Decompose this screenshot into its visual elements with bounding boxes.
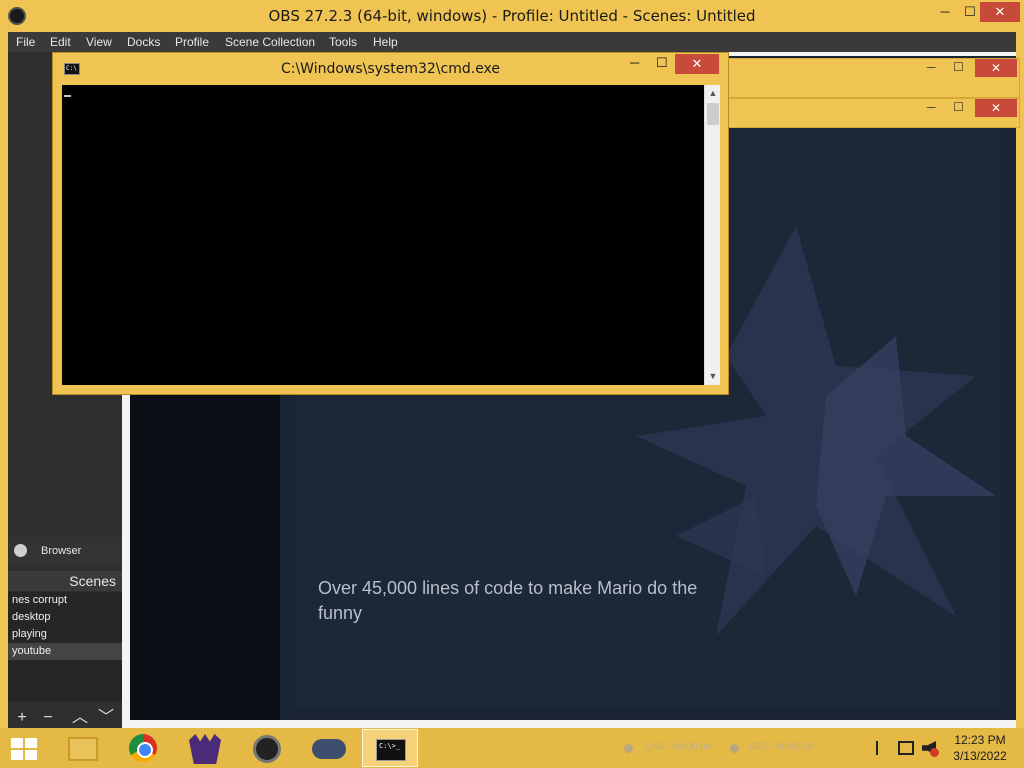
cloud-app-icon — [312, 739, 346, 759]
text-cursor — [64, 95, 71, 97]
cmd-maximize-button[interactable]: ☐ — [656, 55, 668, 71]
background-window-2-minimize-button[interactable]: ─ — [927, 100, 936, 114]
menu-help[interactable]: Help — [373, 35, 398, 49]
source-label: Browser — [41, 545, 82, 557]
scene-item[interactable]: playing — [8, 626, 122, 643]
folder-icon — [68, 737, 98, 761]
background-window-1[interactable]: ─ ☐ ✕ — [720, 58, 1020, 98]
obs-close-button[interactable]: ✕ — [980, 2, 1020, 22]
taskbar-cloud-app[interactable] — [300, 729, 356, 767]
windows-logo-icon — [11, 738, 37, 760]
obs-titlebar[interactable]: OBS 27.2.3 (64-bit, windows) - Profile: … — [0, 0, 1024, 32]
taskbar-obs[interactable] — [239, 729, 295, 767]
cmd-icon: C:\>_ — [376, 739, 406, 761]
obs-icon — [253, 735, 281, 763]
menu-file[interactable]: File — [16, 35, 35, 49]
menu-profile[interactable]: Profile — [175, 35, 209, 49]
scenes-dock-header: Scenes — [8, 571, 122, 591]
scroll-thumb[interactable] — [707, 103, 719, 125]
action-center-flag-icon[interactable] — [876, 741, 888, 755]
taskbar-file-explorer[interactable] — [54, 729, 110, 767]
obs-status-overlay: LIVE: 00:00:00 REC: 00:00:00 — [620, 728, 880, 768]
menu-scene-collection[interactable]: Scene Collection — [225, 35, 315, 49]
menu-view[interactable]: View — [86, 35, 112, 49]
cmd-window[interactable]: C:\ C:\Windows\system32\cmd.exe ─ ☐ ✕ ▲ … — [52, 52, 729, 395]
network-icon[interactable] — [898, 741, 914, 755]
background-window-2-maximize-button[interactable]: ☐ — [953, 100, 964, 114]
background-window-2-close-button[interactable]: ✕ — [975, 99, 1017, 117]
scene-item[interactable]: desktop — [8, 609, 122, 626]
game-app-icon — [189, 734, 221, 764]
background-window-1-maximize-button[interactable]: ☐ — [953, 60, 964, 74]
live-indicator-icon — [624, 744, 633, 753]
clock-time[interactable]: 12:23 PM — [944, 733, 1016, 747]
preview-caption: Over 45,000 lines of code to make Mario … — [318, 578, 698, 623]
globe-icon — [14, 544, 27, 557]
background-window-1-close-button[interactable]: ✕ — [975, 59, 1017, 77]
move-scene-up-button[interactable]: ︿ — [69, 708, 91, 728]
source-item-browser[interactable]: Browser — [8, 537, 122, 565]
scenes-list: nes corrupt desktop playing youtube — [8, 592, 122, 702]
taskbar: C:\>_ LIVE: 00:00:00 REC: 00:00:00 12:23… — [0, 728, 1024, 768]
remove-scene-button[interactable]: − — [37, 708, 59, 728]
add-scene-button[interactable]: + — [11, 708, 33, 728]
background-window-1-minimize-button[interactable]: ─ — [927, 60, 936, 74]
cmd-scrollbar[interactable]: ▲ ▼ — [704, 85, 720, 385]
chrome-icon — [129, 734, 157, 762]
menu-tools[interactable]: Tools — [329, 35, 357, 49]
move-scene-down-button[interactable]: ﹀ — [95, 708, 117, 728]
scene-item-selected[interactable]: youtube — [8, 643, 122, 660]
rec-indicator-icon — [730, 744, 739, 753]
background-window-2[interactable]: ─ ☐ ✕ — [720, 98, 1020, 128]
menu-edit[interactable]: Edit — [50, 35, 71, 49]
cmd-close-button[interactable]: ✕ — [675, 54, 719, 74]
obs-menubar: File Edit View Docks Profile Scene Colle… — [8, 32, 1016, 52]
clock-date[interactable]: 3/13/2022 — [944, 749, 1016, 763]
start-button[interactable] — [0, 729, 56, 767]
taskbar-game[interactable] — [177, 729, 233, 767]
scroll-down-arrow-icon[interactable]: ▼ — [705, 368, 721, 384]
cmd-console[interactable] — [62, 85, 704, 385]
rec-status: REC: 00:00:00 — [749, 742, 815, 753]
cmd-window-title: C:\Windows\system32\cmd.exe — [280, 61, 501, 77]
mute-badge-icon — [930, 748, 939, 757]
taskbar-cmd[interactable]: C:\>_ — [362, 729, 418, 767]
scenes-toolbar: + − ︿ ﹀ — [8, 708, 122, 728]
cmd-minimize-button[interactable]: ─ — [630, 55, 639, 70]
obs-window-title: OBS 27.2.3 (64-bit, windows) - Profile: … — [268, 7, 756, 25]
scene-item[interactable]: nes corrupt — [8, 592, 122, 609]
scenes-dock-title: Scenes — [69, 573, 116, 589]
live-status: LIVE: 00:00:00 — [645, 742, 712, 753]
taskbar-chrome[interactable] — [115, 729, 171, 767]
menu-docks[interactable]: Docks — [127, 35, 160, 49]
scroll-up-arrow-icon[interactable]: ▲ — [705, 85, 721, 101]
